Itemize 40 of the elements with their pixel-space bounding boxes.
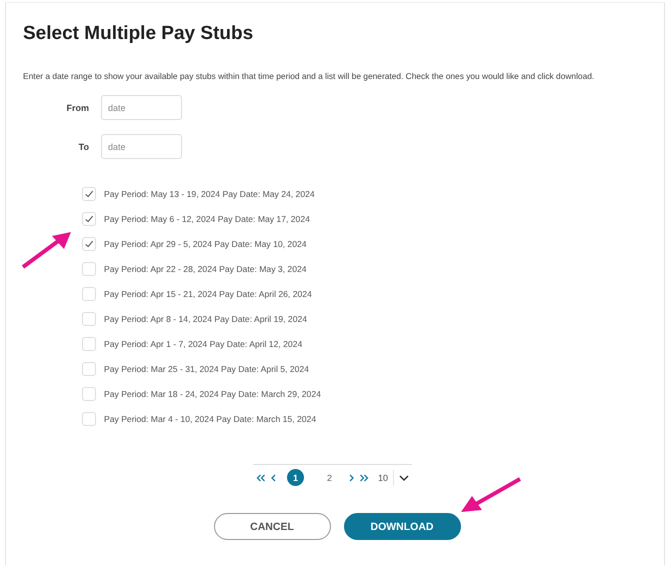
pay-stub-label: Pay Period: Apr 29 - 5, 2024 Pay Date: May 10, 2024 — [104, 239, 307, 249]
previous-page-icon[interactable] — [270, 474, 276, 482]
checkbox[interactable] — [82, 362, 96, 376]
checkbox[interactable] — [82, 237, 96, 251]
pay-stub-label: Pay Period: Apr 22 - 28, 2024 Pay Date: May 3, 2024 — [104, 264, 307, 274]
last-page-icon[interactable] — [358, 474, 369, 482]
checkbox[interactable] — [82, 212, 96, 226]
pay-stub-label: Pay Period: Mar 4 - 10, 2024 Pay Date: March 15, 2024 — [104, 414, 316, 424]
pay-stub-label: Pay Period: May 6 - 12, 2024 Pay Date: May 17, 2024 — [104, 214, 310, 224]
checkbox[interactable] — [82, 262, 96, 276]
first-page-icon[interactable] — [256, 474, 266, 482]
checkbox[interactable] — [82, 412, 96, 426]
check-icon — [84, 189, 94, 199]
download-button[interactable]: DOWNLOAD — [344, 513, 460, 540]
pay-stub-label: Pay Period: Apr 1 - 7, 2024 Pay Date: April 12, 2024 — [104, 339, 302, 349]
page-title: Select Multiple Pay Stubs — [23, 23, 254, 45]
annotation-arrow — [21, 230, 73, 270]
page-size-value: 10 — [378, 472, 388, 482]
page-button[interactable]: 1 — [286, 469, 304, 486]
cancel-button[interactable]: CANCEL — [214, 513, 330, 540]
pay-stub-label: Pay Period: May 13 - 19, 2024 Pay Date: May 24, 2024 — [104, 189, 315, 199]
pay-stub-label: Pay Period: Mar 18 - 24, 2024 Pay Date: March 29, 2024 — [104, 389, 321, 399]
field-label: From — [66, 102, 90, 112]
date-field[interactable]: date — [101, 95, 182, 120]
pay-stub-label: Pay Period: Apr 8 - 14, 2024 Pay Date: April 19, 2024 — [104, 314, 308, 324]
check-icon — [84, 214, 94, 224]
pay-stub-label: Pay Period: Apr 15 - 21, 2024 Pay Date: April 26, 2024 — [104, 289, 312, 299]
chevron-down-icon[interactable] — [399, 474, 409, 480]
checkbox[interactable] — [82, 287, 96, 301]
check-icon — [84, 239, 94, 249]
checkbox[interactable] — [82, 312, 96, 326]
field-label: To — [78, 142, 90, 152]
next-page-icon[interactable] — [348, 474, 354, 482]
date-field[interactable]: date — [101, 134, 182, 159]
page-button[interactable]: 2 — [320, 469, 338, 486]
pay-stub-label: Pay Period: Mar 25 - 31, 2024 Pay Date: April 5, 2024 — [104, 364, 309, 374]
checkbox[interactable] — [82, 387, 96, 401]
instructions-text: Enter a date range to show your available pay stubs within that time period and a list will be generated. Check the ones you would like and click download. — [23, 71, 596, 81]
checkbox[interactable] — [82, 187, 96, 201]
checkbox[interactable] — [82, 337, 96, 351]
